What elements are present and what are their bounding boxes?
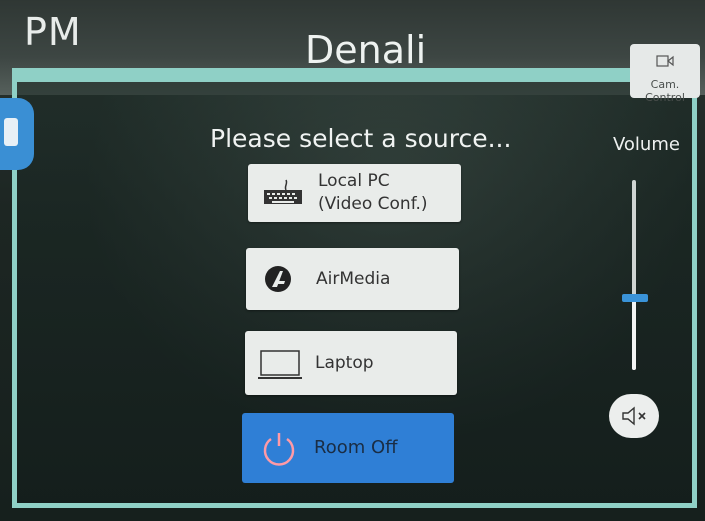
- select-source-prompt: Please select a source...: [210, 124, 512, 153]
- room-title: Denali: [305, 28, 427, 72]
- touch-panel-screen: PM Denali Cam. Control Please select a s…: [0, 0, 705, 521]
- clock-text: PM: [24, 10, 82, 54]
- volume-slider-thumb[interactable]: [622, 293, 648, 302]
- room-off-button[interactable]: Room Off: [242, 413, 454, 483]
- mute-button[interactable]: [609, 394, 659, 438]
- side-menu-tab[interactable]: [0, 98, 34, 170]
- power-icon: [263, 433, 295, 466]
- local-pc-sublabel: (Video Conf.): [318, 194, 428, 214]
- volume-slider-fill: [632, 297, 636, 370]
- source-button-airmedia[interactable]: AirMedia: [246, 248, 459, 310]
- volume-label: Volume: [613, 134, 680, 155]
- local-pc-label: Local PC: [318, 171, 390, 191]
- airmedia-label: AirMedia: [316, 269, 391, 289]
- camera-icon: [656, 55, 674, 67]
- cam-control-button[interactable]: Cam. Control: [630, 44, 700, 104]
- room-off-label: Room Off: [314, 437, 398, 458]
- airmedia-logo-icon: [265, 266, 291, 292]
- cam-control-label: Cam. Control: [645, 78, 685, 104]
- laptop-icon: [258, 350, 302, 379]
- source-button-local-pc[interactable]: Local PC (Video Conf.): [248, 164, 461, 222]
- side-tab-icon: [4, 118, 18, 146]
- keyboard-icon: [264, 179, 302, 204]
- source-button-laptop[interactable]: Laptop: [245, 331, 457, 395]
- speaker-mute-icon: [622, 406, 646, 426]
- laptop-label: Laptop: [315, 353, 374, 373]
